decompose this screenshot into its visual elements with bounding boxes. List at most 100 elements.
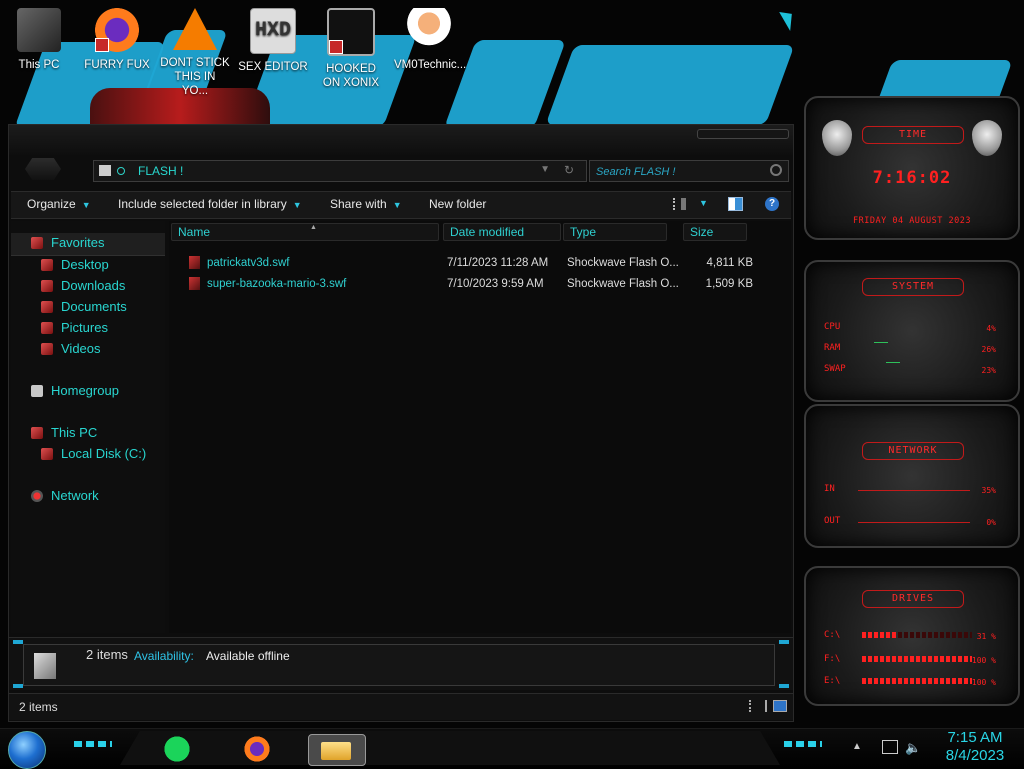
organize-label: Organize [27, 197, 76, 211]
back-button[interactable] [25, 158, 61, 180]
alien-icon [822, 120, 852, 156]
shortcut-badge-icon [95, 38, 109, 52]
nav-item-homegroup[interactable]: Homegroup [31, 383, 119, 403]
taskbar-clock[interactable]: 7:15 AM 8/4/2023 [932, 729, 1018, 765]
nav-item-pictures[interactable]: Pictures [41, 320, 108, 340]
desktop-icon-hex-editor[interactable]: HXD SEX EDITOR [238, 4, 308, 74]
nav-item-videos[interactable]: Videos [41, 341, 101, 361]
folder-icon [321, 742, 351, 760]
column-header-name[interactable]: Name ▲ [171, 223, 439, 241]
desktop-icon-xonix[interactable]: HOOKED ON XONIX [316, 4, 386, 90]
alien-icon [972, 120, 1002, 156]
address-bar[interactable]: FLASH ! ▼ ↻ [93, 160, 587, 182]
taskbar-app-area [120, 731, 780, 765]
gadget-title: TIME [862, 126, 964, 144]
preview-pane-icon[interactable] [728, 197, 743, 211]
desktop-icon-label: FURRY FUX [84, 59, 150, 71]
drive-label: C:\ [824, 630, 841, 640]
gadget-sidebar: TIME 7:16:02 FRIDAY 04 AUGUST 2023 SYSTE… [796, 88, 1024, 728]
doctor-icon [407, 8, 451, 52]
vlc-icon [173, 8, 217, 50]
status-bar: 2 items [9, 693, 793, 720]
system-gadget[interactable]: SYSTEM CPU 4% RAM 26% SWAP 23% [804, 260, 1020, 402]
breadcrumb-current[interactable]: FLASH ! [138, 164, 183, 178]
desktop-icon-furry-fux[interactable]: FURRY FUX [82, 4, 152, 72]
chevron-down-icon: ▼ [392, 200, 402, 210]
column-header-date[interactable]: Date modified [443, 223, 561, 241]
details-item-count: 2 items [86, 647, 128, 662]
share-label: Share with [330, 197, 387, 211]
file-name: super-bazooka-mario-3.swf [207, 278, 347, 290]
availability-value: Available offline [206, 649, 290, 663]
chevron-down-icon: ▼ [292, 200, 302, 210]
nav-item-this-pc[interactable]: This PC [31, 425, 97, 445]
desktop-icon-vlc[interactable]: DONT STICK THIS IN YO... [160, 4, 230, 98]
file-size: 4,811 KB [706, 257, 753, 269]
search-box[interactable] [589, 160, 789, 182]
drives-gadget[interactable]: DRIVES C:\ 31 % F:\ 100 % E:\ 100 % [804, 566, 1020, 706]
nav-item-local-disk[interactable]: Local Disk (C:) [41, 446, 146, 466]
clock-date: 8/4/2023 [945, 747, 1005, 764]
folder-icon [99, 165, 111, 176]
desktop-icon-label: SEX EDITOR [238, 61, 308, 73]
search-input[interactable] [594, 163, 768, 180]
column-label: Date modified [450, 225, 525, 239]
file-row[interactable]: patrickatv3d.swf 7/11/2023 11:28 AM Shoc… [189, 253, 789, 273]
network-icon[interactable] [882, 740, 898, 754]
help-icon[interactable]: ? [765, 197, 779, 211]
file-list: Name ▲ Date modified Type Size patrickatv… [169, 221, 791, 633]
file-type: Shockwave Flash O... [567, 278, 679, 290]
volume-icon[interactable]: 🔈 [905, 740, 921, 756]
organize-button[interactable]: Organize ▼ [27, 197, 91, 211]
gadget-clock-time: 7:16:02 [872, 168, 952, 188]
new-folder-button[interactable]: New folder [429, 197, 486, 211]
desktop-icon-label: VM0Technic... [394, 59, 467, 71]
tray-overflow-icon[interactable]: ▲ [852, 741, 862, 752]
chevron-down-icon[interactable]: ▼ [540, 164, 550, 175]
flash-file-icon [189, 277, 200, 290]
nav-label: Documents [61, 299, 127, 314]
column-label: Size [690, 225, 714, 239]
change-view-icon[interactable] [673, 198, 686, 210]
nav-item-downloads[interactable]: Downloads [41, 278, 125, 298]
network-gadget[interactable]: NETWORK IN 35% OUT 0% [804, 404, 1020, 548]
desktop-icon-vm0technic[interactable]: VM0Technic... [394, 4, 467, 72]
file-row[interactable]: super-bazooka-mario-3.swf 7/10/2023 9:59… [189, 274, 789, 294]
column-header-type[interactable]: Type [563, 223, 667, 241]
desktop-icon-this-pc[interactable]: This PC [4, 4, 74, 72]
nav-item-desktop[interactable]: Desktop [41, 257, 109, 277]
chevron-down-icon[interactable]: ▼ [699, 198, 708, 208]
desktop-icon-label: HOOKED ON XONIX [322, 63, 380, 89]
nav-item-documents[interactable]: Documents [41, 299, 127, 319]
column-header-size[interactable]: Size [683, 223, 747, 241]
nav-item-network[interactable]: Network [31, 488, 99, 508]
window-titlebar[interactable] [9, 125, 793, 155]
computer-icon [31, 427, 43, 439]
nav-label: Downloads [61, 278, 126, 293]
search-icon[interactable] [770, 164, 782, 176]
details-view-icon[interactable] [749, 700, 767, 712]
hard-drive-icon [41, 448, 53, 460]
share-with-button[interactable]: Share with ▼ [330, 197, 402, 211]
file-explorer-icon[interactable] [308, 734, 366, 766]
thumbnails-view-icon[interactable] [773, 700, 787, 712]
nav-label: Local Disk (C:) [61, 446, 147, 461]
notes-app-icon[interactable] [160, 734, 194, 764]
network-out-label: OUT [824, 516, 841, 526]
wallpaper-brush [545, 45, 795, 125]
drive-label: F:\ [824, 654, 841, 664]
network-out-value: 0% [986, 518, 996, 527]
hex-editor-glyph: HXD [254, 19, 291, 42]
time-gadget[interactable]: TIME 7:16:02 FRIDAY 04 AUGUST 2023 [804, 96, 1020, 240]
taskbar-decoration [74, 741, 112, 747]
nav-item-favorites[interactable]: Favorites [11, 233, 165, 256]
drive-bar [862, 656, 972, 662]
computer-icon [17, 8, 61, 52]
refresh-icon[interactable]: ↻ [564, 163, 574, 177]
firefox-icon[interactable] [240, 734, 274, 764]
include-in-library-button[interactable]: Include selected folder in library ▼ [118, 197, 302, 211]
videos-icon [41, 343, 53, 355]
sort-arrow-icon: ▲ [310, 224, 317, 231]
gadget-clock-date: FRIDAY 04 AUGUST 2023 [853, 216, 971, 226]
start-button[interactable] [8, 731, 46, 769]
